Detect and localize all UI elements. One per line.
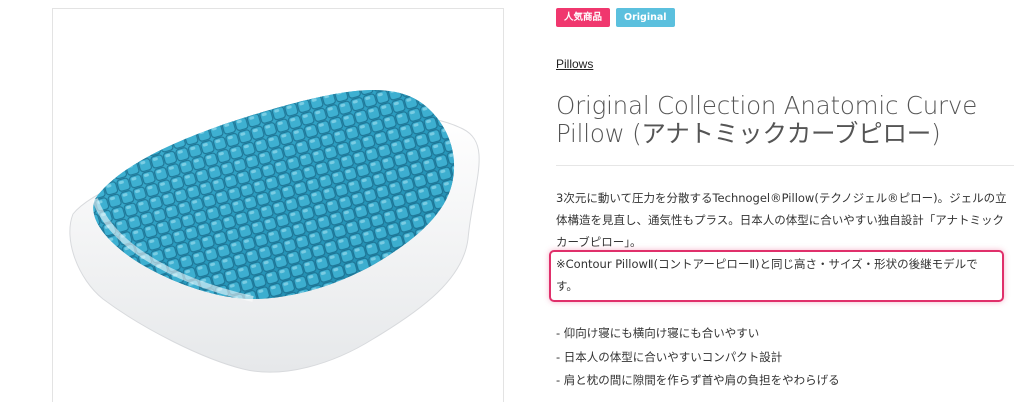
description-line: 3次元に動いて圧力を分散するTechnogel®Pillow(テクノジェル®ピロ…: [556, 191, 1007, 205]
product-image[interactable]: [52, 8, 504, 402]
successor-note-highlight: [549, 250, 1004, 302]
feature-item: - 日本人の体型に合いやすいコンパクト設計: [556, 349, 783, 364]
feature-list: - 仰向け寝にも横向け寝にも合いやすい - 日本人の体型に合いやすいコンパクト設…: [556, 322, 840, 393]
product-title: Original Collection Anatomic Curve Pillo…: [556, 92, 996, 148]
product-title-line2: Pillow (アナトミックカーブピロー): [556, 119, 941, 148]
feature-item: - 肩と枕の間に隙間を作らず首や肩の負担をやわらげる: [556, 373, 840, 387]
category-link-pillows[interactable]: Pillows: [556, 57, 593, 71]
badge-group: 人気商品 Original: [556, 8, 675, 27]
original-badge: Original: [616, 8, 675, 27]
gel-pillow-illustration: [69, 90, 480, 373]
popular-badge: 人気商品: [556, 8, 611, 27]
description-line: 体構造を見直し、通気性もプラス。日本人の体型に合いやすい独自設計「アナトミック: [556, 213, 1005, 227]
product-title-line1: Original Collection Anatomic Curve: [556, 91, 978, 120]
feature-item: - 仰向け寝にも横向け寝にも合いやすい: [556, 326, 760, 340]
title-divider: [556, 165, 1014, 166]
